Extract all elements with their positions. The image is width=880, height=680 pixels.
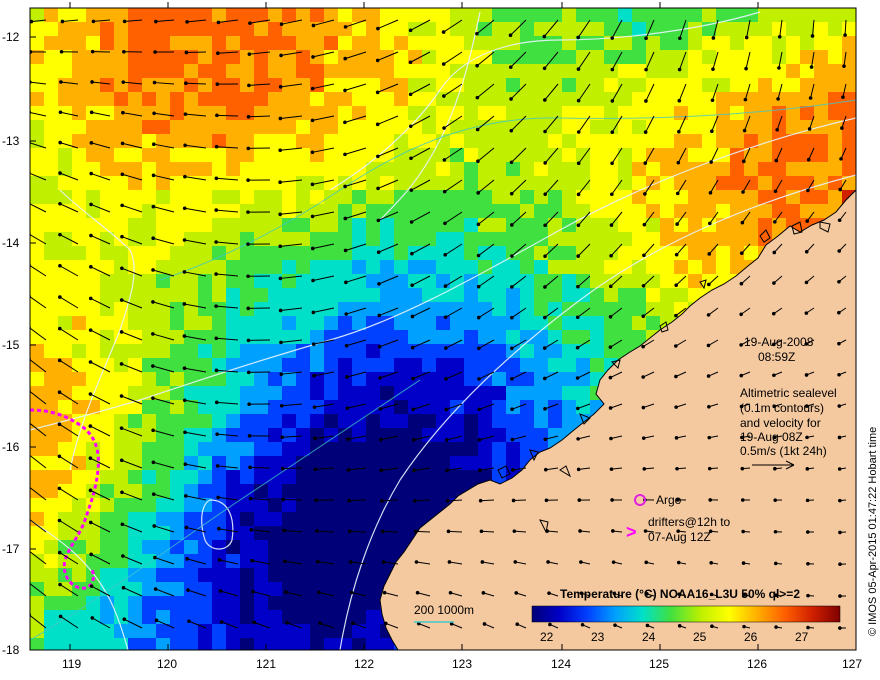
x-tick-label: 125 <box>649 657 669 671</box>
legend-line: (0.1m contours) <box>740 401 824 415</box>
x-tick-label: 121 <box>256 657 276 671</box>
x-tick-label: 124 <box>551 657 571 671</box>
x-tick-label: 120 <box>157 657 177 671</box>
legend-line: 0.5m/s (1kt 24h) <box>740 444 827 458</box>
colorbar-tick: 25 <box>693 630 707 644</box>
drifter-line: drifters@12h to <box>648 515 731 529</box>
y-tick-label: -14 <box>2 236 20 250</box>
x-tick-label: 122 <box>354 657 374 671</box>
colorbar-gradient <box>531 605 841 623</box>
x-tick-label: 119 <box>62 657 81 671</box>
time-label: 08:59Z <box>758 350 795 364</box>
legend-line: 19-Aug 08Z <box>740 430 803 444</box>
sst-map: -12 -13 -14 -15 -16 -17 -18 119 120 121 … <box>2 2 879 671</box>
y-tick-label: -17 <box>2 542 20 556</box>
drifter-symbol: > <box>626 522 637 542</box>
colorbar-tick: 26 <box>744 630 758 644</box>
legend-line: Altimetric sealevel <box>740 386 837 400</box>
credit-label: © IMOS 05-Apr-2015 01:47:22 Hobart time <box>867 427 879 636</box>
y-tick-label: -15 <box>2 338 20 352</box>
colorbar-tick: 23 <box>591 630 605 644</box>
bathymetry-label: 200 1000m <box>414 603 474 617</box>
date-label: 19-Aug-2008 <box>744 335 814 349</box>
y-tick-label: -18 <box>2 643 20 657</box>
x-tick-label: 126 <box>747 657 767 671</box>
colorbar-title: Temperature (°C) NOAA16_L3U 50% ql>=2 <box>560 587 800 601</box>
y-tick-label: -16 <box>2 440 20 454</box>
x-tick-label: 123 <box>452 657 472 671</box>
x-tick-label: 127 <box>842 657 862 671</box>
colorbar-tick: 24 <box>642 630 656 644</box>
y-tick-label: -13 <box>2 134 20 148</box>
colorbar-tick: 22 <box>540 630 554 644</box>
drifter-line: 07-Aug 12Z <box>648 530 711 544</box>
y-tick-label: -12 <box>2 30 20 44</box>
legend-line: and velocity for <box>740 416 821 430</box>
colorbar-tick: 27 <box>795 630 809 644</box>
argo-label: Argo <box>656 493 682 507</box>
